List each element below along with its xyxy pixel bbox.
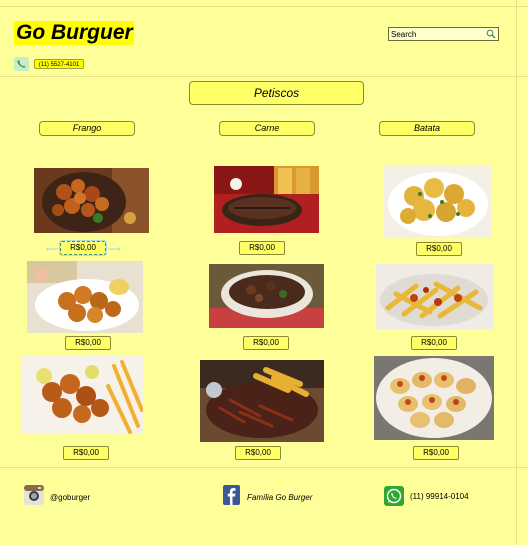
right-divider xyxy=(516,0,517,545)
arrow-left-icon[interactable]: ⟵ xyxy=(46,245,59,254)
whatsapp-number[interactable]: (11) 99914-0104 xyxy=(410,492,469,502)
arrow-right-icon[interactable]: ⟶ xyxy=(108,245,121,254)
search-input[interactable] xyxy=(391,28,483,40)
price-tag[interactable]: R$0,00 xyxy=(411,336,457,350)
food-image-chicken-bites[interactable] xyxy=(27,261,143,333)
price-tag[interactable]: R$0,00 xyxy=(239,241,285,255)
filter-potato-button[interactable]: Batata xyxy=(379,121,475,136)
price-tag[interactable]: R$0,00 xyxy=(235,446,281,460)
food-image-seasoned-potatoes[interactable] xyxy=(384,166,492,238)
food-image-beef-stew[interactable] xyxy=(209,264,324,328)
food-image-cheese-fries[interactable] xyxy=(376,264,493,329)
price-tag[interactable]: R$0,00 xyxy=(59,240,107,256)
food-image-chicken-and-fries[interactable] xyxy=(22,356,143,434)
filter-chicken-button[interactable]: Frango xyxy=(39,121,135,136)
search-box[interactable] xyxy=(388,27,499,41)
whatsapp-icon[interactable] xyxy=(384,486,404,506)
price-tag[interactable]: R$0,00 xyxy=(63,446,109,460)
brand-logo[interactable]: Go Burguer xyxy=(14,21,134,45)
category-title[interactable]: Petiscos xyxy=(189,81,364,105)
food-image-beef-and-fries[interactable] xyxy=(200,360,324,442)
food-image-fried-chicken[interactable] xyxy=(34,168,149,233)
search-icon[interactable] xyxy=(486,29,496,39)
price-tag[interactable]: R$0,00 xyxy=(416,242,462,256)
footer-divider xyxy=(0,467,528,468)
price-tag[interactable]: R$0,00 xyxy=(65,336,111,350)
top-divider xyxy=(0,6,528,7)
phone-icon xyxy=(14,57,29,71)
filter-beef-button[interactable]: Carne xyxy=(219,121,315,136)
facebook-page-name[interactable]: Família Go Burger xyxy=(247,493,312,503)
price-tag[interactable]: R$0,00 xyxy=(243,336,289,350)
phone-number[interactable]: (11) 5527-4101 xyxy=(34,59,84,69)
header-divider xyxy=(0,76,528,77)
instagram-icon[interactable] xyxy=(24,485,44,505)
food-image-grilled-beef[interactable] xyxy=(214,166,319,233)
food-image-stuffed-potatoes[interactable] xyxy=(374,356,494,440)
facebook-icon[interactable] xyxy=(223,485,240,505)
price-tag[interactable]: R$0,00 xyxy=(413,446,459,460)
instagram-handle[interactable]: @goburger xyxy=(50,493,90,503)
